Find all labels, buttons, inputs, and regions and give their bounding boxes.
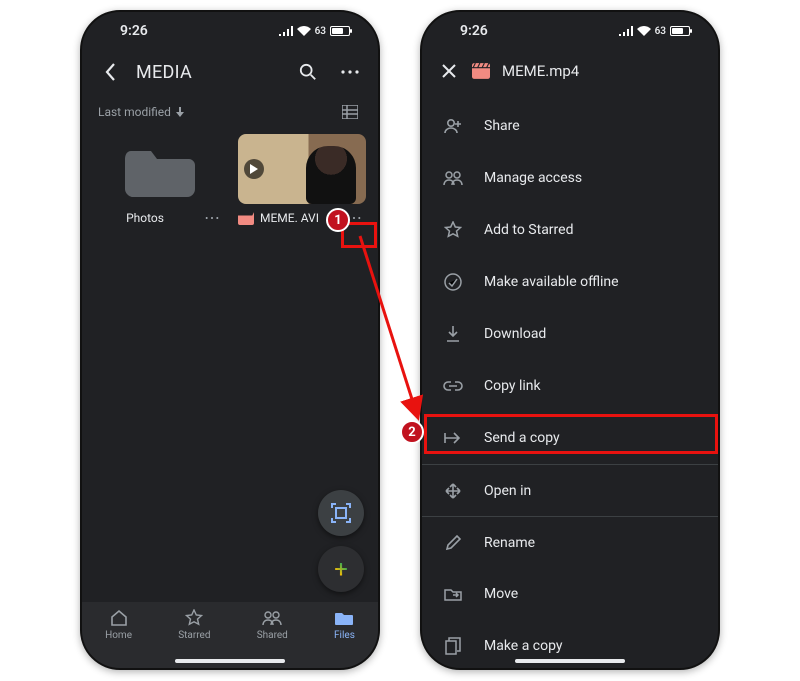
- star-outline-icon: [444, 221, 462, 239]
- status-icons-right: 63: [619, 26, 690, 37]
- status-time-right: 9:26: [460, 23, 488, 39]
- sort-label-text: Last modified: [98, 105, 171, 119]
- search-button[interactable]: [292, 56, 324, 88]
- move-folder-icon: [444, 587, 462, 601]
- menu-manage-access[interactable]: Manage access: [422, 152, 718, 204]
- copy-icon: [445, 637, 461, 655]
- clapperboard-icon: [238, 211, 254, 225]
- menu-share-label: Share: [484, 118, 520, 134]
- menu-star[interactable]: Add to Starred: [422, 204, 718, 256]
- wifi-icon: [637, 26, 651, 36]
- overflow-menu-button[interactable]: [334, 56, 366, 88]
- nav-starred-label: Starred: [178, 630, 210, 641]
- video-thumbnail: [238, 134, 366, 204]
- sort-row: Last modified: [82, 94, 378, 134]
- view-toggle-button[interactable]: [338, 100, 362, 124]
- sheet-header: MEME.mp4: [422, 50, 718, 98]
- nav-home-label: Home: [105, 630, 132, 641]
- pencil-icon: [445, 535, 461, 551]
- wifi-icon: [297, 26, 311, 36]
- battery-icon: [330, 26, 350, 36]
- plus-icon: +: [334, 555, 348, 583]
- open-in-icon: [444, 482, 462, 500]
- battery-percent: 63: [315, 26, 326, 37]
- page-title: MEDIA: [136, 62, 282, 83]
- folder-more-button[interactable]: ⋯: [200, 210, 224, 226]
- battery-percent-right: 63: [655, 26, 666, 37]
- menu-offline-label: Make available offline: [484, 274, 619, 290]
- people-icon: [443, 170, 463, 186]
- folder-name: Photos: [96, 211, 194, 225]
- folder-card[interactable]: Photos ⋯: [96, 134, 224, 226]
- star-icon: [185, 609, 203, 627]
- people-icon: [262, 610, 282, 626]
- cellular-icon: [619, 26, 633, 36]
- close-button[interactable]: [438, 60, 460, 82]
- menu-star-label: Add to Starred: [484, 222, 573, 238]
- close-icon: [442, 64, 456, 78]
- clapperboard-icon: [472, 63, 490, 79]
- play-icon: [250, 164, 258, 174]
- menu-download[interactable]: Download: [422, 308, 718, 360]
- menu-make-copy-label: Make a copy: [484, 638, 563, 654]
- menu-copy-link[interactable]: Copy link: [422, 360, 718, 412]
- menu-rename[interactable]: Rename: [422, 516, 718, 568]
- home-indicator: [175, 659, 285, 663]
- status-bar-right: 9:26 63: [422, 12, 718, 50]
- folder-thumbnail: [96, 134, 224, 204]
- list-view-icon: [342, 105, 358, 119]
- nav-files-label: Files: [334, 630, 355, 641]
- menu-move-label: Move: [484, 586, 518, 602]
- sheet-filename: MEME.mp4: [502, 62, 579, 80]
- menu-copy-link-label: Copy link: [484, 378, 541, 394]
- menu-manage-access-label: Manage access: [484, 170, 582, 186]
- phone-left: 9:26 63 MEDIA Last modified: [80, 10, 380, 670]
- status-bar: 9:26 63: [82, 12, 378, 50]
- menu-share[interactable]: Share: [422, 100, 718, 152]
- nav-files[interactable]: Files: [334, 608, 355, 668]
- chevron-left-icon: [103, 62, 117, 82]
- folder-filled-icon: [335, 611, 353, 625]
- back-button[interactable]: [94, 56, 126, 88]
- play-badge: [244, 159, 264, 179]
- folder-icon: [125, 141, 195, 197]
- menu-send-copy[interactable]: Send a copy: [422, 412, 718, 464]
- arrow-down-icon: [175, 107, 185, 117]
- video-name: MEME. AVI: [260, 211, 336, 225]
- link-icon: [443, 381, 463, 391]
- menu-move[interactable]: Move: [422, 568, 718, 620]
- home-indicator-right: [515, 659, 625, 663]
- nav-home[interactable]: Home: [105, 608, 132, 668]
- phone-right: 9:26 63 MEME.mp4 Share Manage access Add…: [420, 10, 720, 670]
- person-add-icon: [443, 118, 463, 134]
- download-icon: [445, 325, 461, 343]
- status-icons: 63: [279, 26, 350, 37]
- battery-icon: [670, 26, 690, 36]
- folder-caption-row: Photos ⋯: [96, 210, 224, 226]
- video-subject: [306, 146, 356, 204]
- menu-open-in-label: Open in: [484, 483, 531, 499]
- home-icon: [110, 609, 128, 627]
- header: MEDIA: [82, 50, 378, 94]
- status-time: 9:26: [120, 23, 148, 39]
- annotation-badge-1: 1: [326, 208, 350, 232]
- menu-open-in[interactable]: Open in: [422, 464, 718, 516]
- scan-icon: [330, 502, 352, 524]
- search-icon: [299, 63, 317, 81]
- nav-shared-label: Shared: [257, 630, 288, 641]
- sort-button[interactable]: Last modified: [98, 105, 185, 119]
- scan-fab[interactable]: [318, 490, 364, 536]
- annotation-badge-2: 2: [400, 420, 424, 444]
- add-fab[interactable]: +: [318, 546, 364, 592]
- menu-send-copy-label: Send a copy: [484, 430, 560, 446]
- menu-rename-label: Rename: [484, 535, 535, 551]
- more-horizontal-icon: [341, 70, 359, 74]
- cellular-icon: [279, 26, 293, 36]
- offline-icon: [444, 273, 462, 291]
- menu-offline[interactable]: Make available offline: [422, 256, 718, 308]
- menu-list: Share Manage access Add to Starred Make …: [422, 100, 718, 668]
- send-icon: [444, 431, 462, 445]
- menu-download-label: Download: [484, 326, 546, 342]
